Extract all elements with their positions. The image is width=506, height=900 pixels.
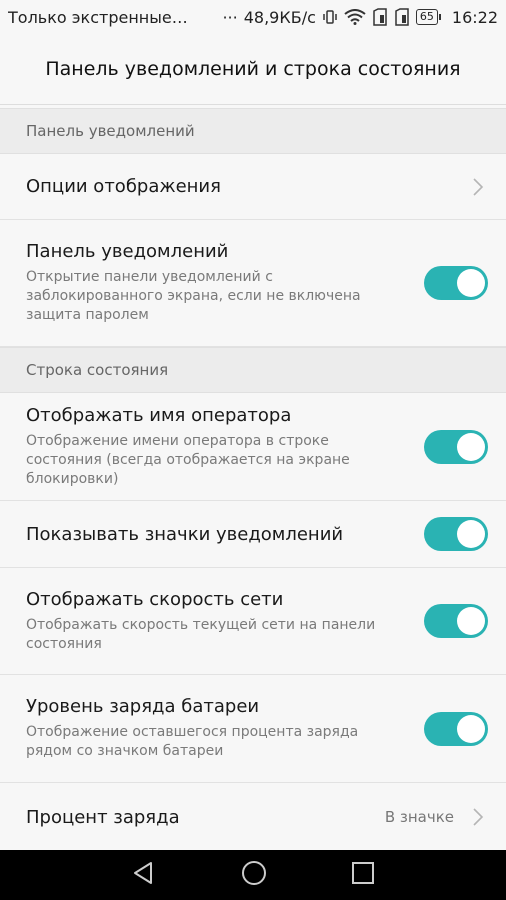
recents-icon[interactable] (351, 861, 375, 889)
toggle-knob (457, 607, 485, 635)
network-speed-desc: Отображать скорость текущей сети на пане… (26, 616, 376, 652)
battery-level-label: Уровень заряда батареи (26, 696, 260, 717)
toggle-knob (457, 432, 485, 461)
section-header-notifications: Панель уведомлений (0, 108, 506, 154)
settings-list: Панель уведомлений Опции отображения Пан… (0, 108, 506, 851)
vibrate-icon (322, 9, 338, 25)
chevron-right-icon (468, 175, 488, 199)
status-icons: ··· 48,9КБ/с 65 16:22 (222, 8, 498, 27)
network-speed-item: Отображать скорость сети Отображать скор… (0, 568, 506, 675)
notification-icons-toggle[interactable] (424, 517, 488, 551)
back-icon[interactable] (131, 860, 157, 890)
notification-icons-label: Показывать значки уведомлений (26, 523, 344, 545)
network-speed: 48,9КБ/с (243, 7, 316, 27)
operator-name-toggle[interactable] (424, 429, 488, 464)
notification-panel-toggle[interactable] (424, 266, 488, 300)
section-header-status: Строка состояния (0, 347, 506, 393)
chevron-right-icon (468, 805, 488, 829)
toggle-knob (457, 269, 485, 297)
battery-icon: 65 (415, 9, 441, 25)
toggle-knob (457, 714, 485, 743)
navigation-bar (0, 850, 506, 900)
operator-name-label: Отображать имя оператора (26, 404, 292, 426)
operator-name-item: Отображать имя оператора Отображение име… (0, 393, 506, 501)
display-options-item[interactable]: Опции отображения (0, 154, 506, 220)
page-title: Панель уведомлений и строка состояния (0, 34, 506, 105)
notification-icons-item: Показывать значки уведомлений (0, 501, 506, 568)
network-speed-toggle[interactable] (424, 604, 488, 638)
sim1-icon (372, 8, 388, 26)
display-options-label: Опции отображения (26, 176, 221, 197)
charge-percent-value: В значке (384, 808, 454, 826)
network-speed-label: Отображать скорость сети (26, 588, 284, 610)
toggle-knob (457, 520, 485, 548)
home-icon[interactable] (240, 859, 268, 891)
battery-level-desc: Отображение оставшегося процента заряда … (26, 724, 359, 759)
wifi-icon (344, 9, 366, 25)
charge-percent-item[interactable]: Процент заряда В значке (0, 783, 506, 851)
notification-panel-desc: Открытие панели уведомлений с заблокиров… (26, 269, 361, 323)
more-dots: ··· (222, 7, 238, 27)
sim2-icon (394, 8, 410, 26)
clock: 16:22 (451, 7, 498, 27)
charge-percent-label: Процент заряда (26, 806, 180, 828)
notification-panel-item: Панель уведомлений Открытие панели уведо… (0, 220, 506, 347)
carrier-label: Только экстренные… (8, 7, 188, 27)
notification-panel-label: Панель уведомлений (26, 241, 229, 262)
battery-level-item: Уровень заряда батареи Отображение остав… (0, 675, 506, 783)
battery-level-toggle[interactable] (424, 711, 488, 746)
status-bar: Только экстренные… ··· 48,9КБ/с 65 16:22 (0, 0, 506, 34)
operator-name-desc: Отображение имени оператора в строке сос… (26, 432, 350, 487)
